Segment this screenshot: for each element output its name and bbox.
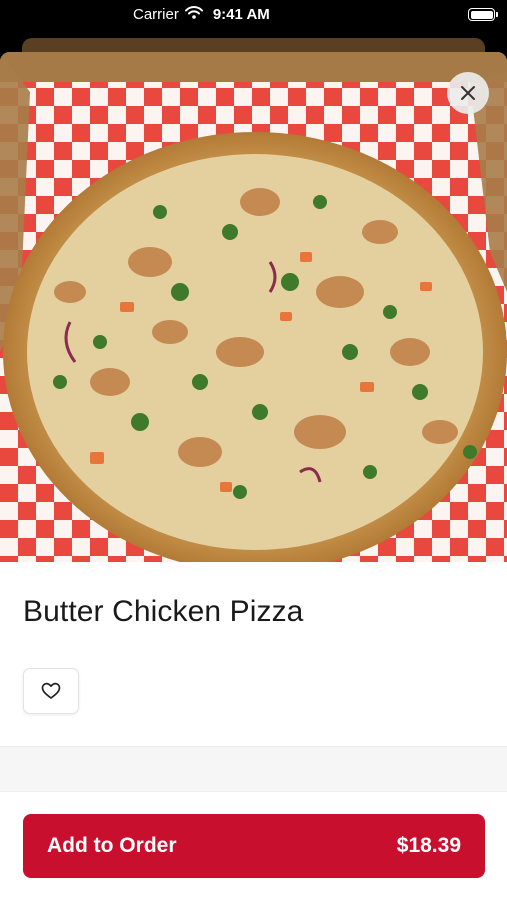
close-button[interactable]: [447, 72, 489, 114]
add-to-order-label: Add to Order: [47, 834, 177, 857]
heart-outline-icon: [41, 682, 61, 699]
item-hero-image: [0, 52, 507, 562]
order-price: $18.39: [396, 834, 461, 857]
battery-icon: [468, 8, 498, 21]
close-icon: [461, 86, 475, 100]
clock: 9:41 AM: [212, 6, 270, 23]
wifi-icon: [184, 6, 203, 23]
status-left: Carrier 9:41 AM: [133, 6, 270, 23]
item-detail-sheet: Butter Chicken Pizza Add to Order $18.39: [0, 52, 507, 900]
carrier-label: Carrier: [133, 6, 179, 23]
item-title: Butter Chicken Pizza: [23, 595, 304, 628]
section-divider: [0, 746, 507, 792]
add-to-order-button[interactable]: Add to Order $18.39: [23, 814, 485, 878]
favorite-button[interactable]: [23, 668, 79, 714]
status-bar: Carrier 9:41 AM: [0, 0, 507, 30]
